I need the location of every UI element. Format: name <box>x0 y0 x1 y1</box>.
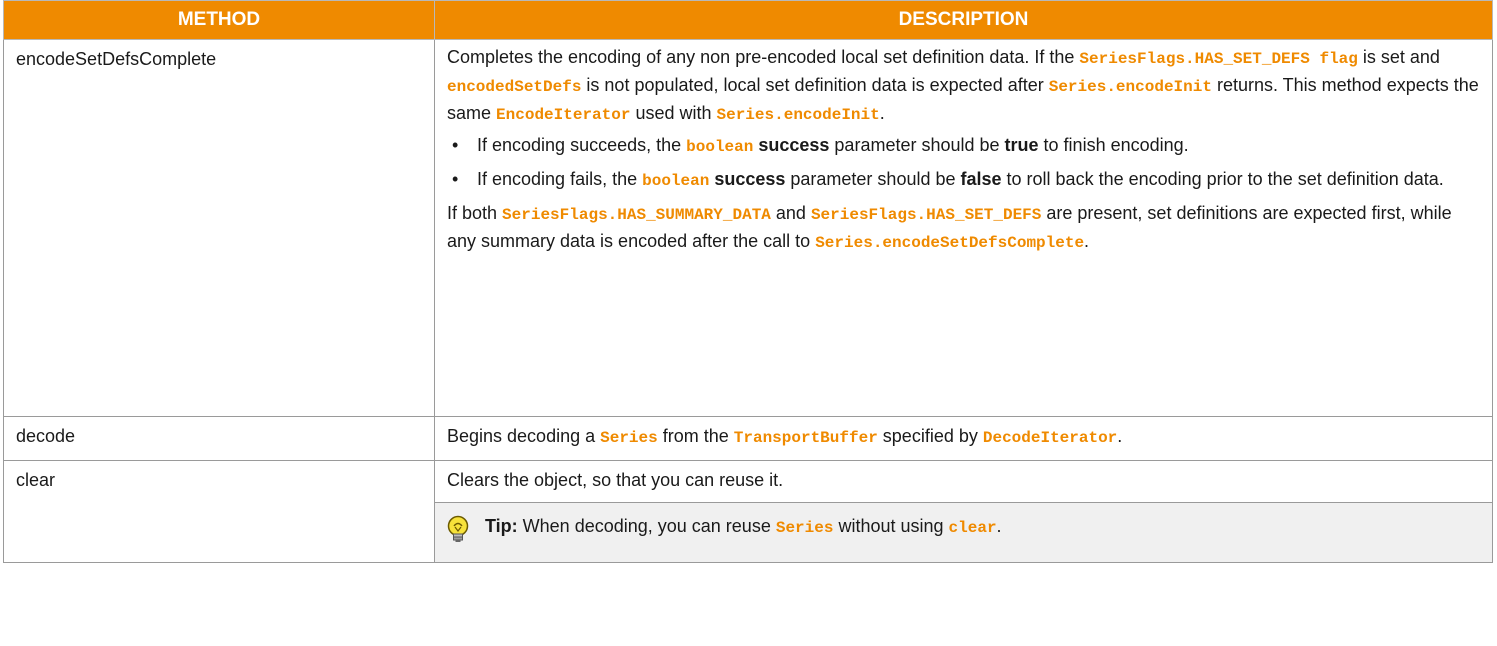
code-term: Series.encodeInit <box>716 106 880 124</box>
method-description: Clears the object, so that you can reuse… <box>434 460 1493 503</box>
tip-box: Tip: When decoding, you can reuse Series… <box>434 502 1493 563</box>
list-item: • If encoding succeeds, the boolean succe… <box>447 132 1480 160</box>
code-term: Series <box>600 429 658 447</box>
list-item-text: If encoding fails, the boolean success p… <box>477 169 1444 190</box>
bullet-icon: • <box>452 135 459 155</box>
method-name: clear <box>3 460 435 563</box>
description-paragraph: If both SeriesFlags.HAS_SUMMARY_DATA and… <box>447 203 1452 252</box>
code-term: Series.encodeSetDefsComplete <box>815 234 1085 252</box>
code-term: EncodeIterator <box>496 106 631 124</box>
bullet-list: • If encoding succeeds, the boolean succe… <box>447 132 1480 194</box>
code-term: Series <box>775 519 834 537</box>
method-name: encodeSetDefsComplete <box>3 39 435 417</box>
method-name: decode <box>3 416 435 461</box>
bold-term: success <box>709 169 786 189</box>
tip-text: Tip: When decoding, you can reuse Series… <box>485 516 1002 537</box>
code-term: clear <box>948 519 997 537</box>
code-term: SeriesFlags.HAS_SET_DEFS flag <box>1079 50 1358 68</box>
method-description: Completes the encoding of any non pre-en… <box>434 39 1493 417</box>
list-item: • If encoding fails, the boolean success … <box>447 166 1480 194</box>
header-description: DESCRIPTION <box>434 0 1493 40</box>
header-method: METHOD <box>3 0 435 40</box>
code-term: SeriesFlags.HAS_SET_DEFS <box>810 206 1042 224</box>
method-description: Begins decoding a Series from the Transp… <box>434 416 1493 461</box>
code-term: TransportBuffer <box>733 429 878 447</box>
bold-term: true <box>1004 135 1039 155</box>
description-paragraph: Completes the encoding of any non pre-en… <box>447 47 1479 124</box>
code-term: encodedSetDefs <box>447 78 582 96</box>
code-term: boolean <box>642 172 710 190</box>
bold-term: false <box>960 169 1002 189</box>
code-term: DecodeIterator <box>982 429 1118 447</box>
bold-term: success <box>753 135 830 155</box>
table-row: clear Clears the object, so that you can… <box>3 460 1493 563</box>
code-term: boolean <box>686 138 754 156</box>
bullet-icon: • <box>452 169 459 189</box>
code-term: Series.encodeInit <box>1048 78 1212 96</box>
code-term: SeriesFlags.HAS_SUMMARY_DATA <box>502 206 771 224</box>
lightbulb-icon <box>447 515 469 542</box>
bold-term: Tip: <box>485 516 518 536</box>
table-row: decode Begins decoding a Series from the… <box>3 416 1493 461</box>
table-row: encodeSetDefsComplete Completes the enco… <box>3 39 1493 417</box>
methods-table: METHOD DESCRIPTION encodeSetDefsComplete… <box>3 0 1493 563</box>
table-header-row: METHOD DESCRIPTION <box>3 0 1493 40</box>
list-item-text: If encoding succeeds, the boolean succes… <box>477 135 1189 156</box>
